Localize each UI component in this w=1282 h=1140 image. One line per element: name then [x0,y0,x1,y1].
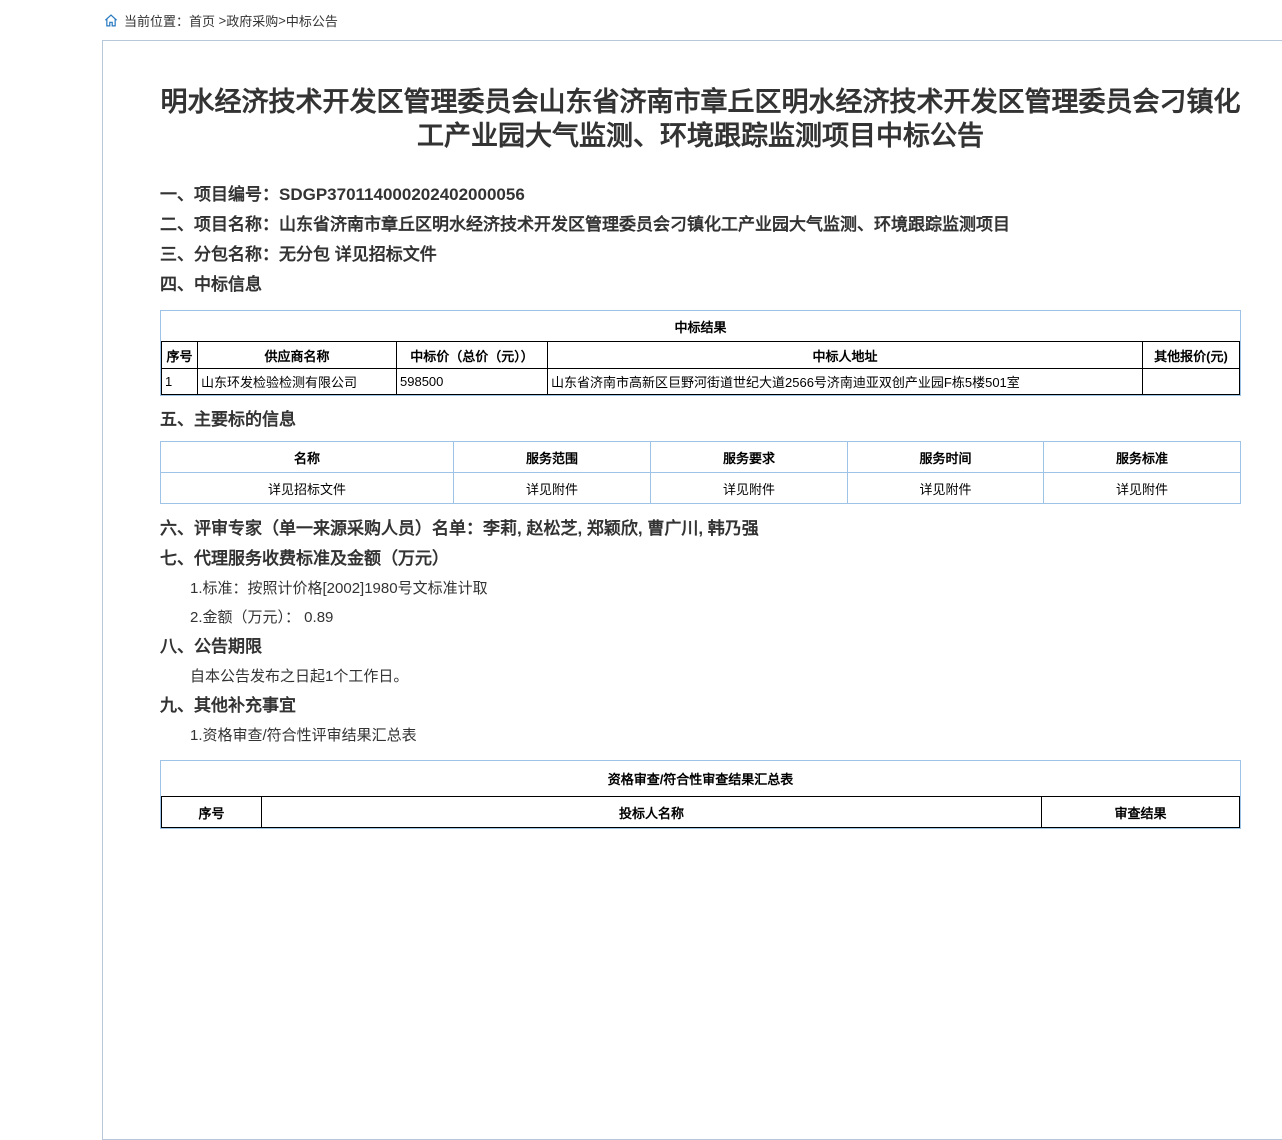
breadcrumb-link-procurement[interactable]: 政府采购 [226,11,278,30]
section-heading-other-matters: 九、其他补充事宜 [160,697,1241,715]
award-table-caption: 中标结果 [161,311,1240,341]
agency-fee-amount: 2.金额（万元）： 0.89 [160,609,1241,626]
breadcrumb-link-award-notice[interactable]: 中标公告 [286,11,338,30]
review-table-caption: 资格审查/符合性审查结果汇总表 [161,761,1240,796]
column-header-address: 中标人地址 [548,342,1143,369]
cell-other-quote [1143,369,1240,395]
award-table-header-row: 序号 供应商名称 中标价（总价（元）） 中标人地址 其他报价(元) [162,342,1240,369]
section-heading-subject-info: 五、主要标的信息 [160,411,1241,429]
award-result-table: 中标结果 序号 供应商名称 中标价（总价（元）） 中标人地址 其他报价(元) 1… [160,310,1241,396]
cell-service-scope: 详见附件 [454,473,651,504]
cell-supplier: 山东环发检验检测有限公司 [198,369,397,395]
section-heading-experts: 六、评审专家（单一来源采购人员）名单：李莉, 赵松芝, 郑颖欣, 曹广川, 韩乃… [160,520,1241,538]
column-header-review-result: 审查结果 [1042,797,1240,828]
other-matters-text: 1.资格审查/符合性评审结果汇总表 [160,727,1241,744]
breadcrumb-separator: > [278,13,286,28]
column-header-service-scope: 服务范围 [454,442,651,473]
notice-period-text: 自本公告发布之日起1个工作日。 [160,668,1241,685]
section-heading-project-number: 一、项目编号：SDGP370114000202402000056 [160,186,1241,204]
announcement-card: 明水经济技术开发区管理委员会山东省济南市章丘区明水经济技术开发区管理委员会刁镇化… [102,40,1282,1140]
column-header-price: 中标价（总价（元）） [397,342,548,369]
subject-table-header-row: 名称 服务范围 服务要求 服务时间 服务标准 [161,442,1241,473]
section-heading-subpackage: 三、分包名称：无分包 详见招标文件 [160,246,1241,264]
column-header-supplier: 供应商名称 [198,342,397,369]
breadcrumb: 当前位置： 首页 > 政府采购 > 中标公告 [0,0,1282,40]
column-header-service-time: 服务时间 [848,442,1044,473]
column-header-seq: 序号 [162,342,198,369]
page-title: 明水经济技术开发区管理委员会山东省济南市章丘区明水经济技术开发区管理委员会刁镇化… [160,85,1241,153]
column-header-other-quote: 其他报价(元) [1143,342,1240,369]
cell-price: 598500 [397,369,548,395]
column-header-name: 名称 [161,442,454,473]
column-header-service-standard: 服务标准 [1044,442,1241,473]
cell-service-standard: 详见附件 [1044,473,1241,504]
column-header-seq: 序号 [162,797,262,828]
breadcrumb-separator: > [215,13,226,28]
home-icon [104,14,118,27]
column-header-service-requirement: 服务要求 [651,442,848,473]
cell-service-time: 详见附件 [848,473,1044,504]
breadcrumb-link-home[interactable]: 首页 [189,11,215,30]
section-heading-award-info: 四、中标信息 [160,276,1241,294]
subject-info-table: 名称 服务范围 服务要求 服务时间 服务标准 详见招标文件 详见附件 详见附件 … [160,441,1241,504]
section-heading-agency-fee: 七、代理服务收费标准及金额（万元） [160,550,1241,568]
agency-fee-standard: 1.标准：按照计价格[2002]1980号文标准计取 [160,580,1241,597]
cell-service-requirement: 详见附件 [651,473,848,504]
subject-table-row: 详见招标文件 详见附件 详见附件 详见附件 详见附件 [161,473,1241,504]
award-table-row: 1 山东环发检验检测有限公司 598500 山东省济南市高新区巨野河街道世纪大道… [162,369,1240,395]
cell-seq: 1 [162,369,198,395]
cell-name: 详见招标文件 [161,473,454,504]
section-heading-notice-period: 八、公告期限 [160,638,1241,656]
breadcrumb-prefix: 当前位置： [124,11,189,30]
review-result-table: 资格审查/符合性审查结果汇总表 序号 投标人名称 审查结果 [160,760,1241,829]
cell-address: 山东省济南市高新区巨野河街道世纪大道2566号济南迪亚双创产业园F栋5楼501室 [548,369,1143,395]
column-header-bidder-name: 投标人名称 [262,797,1042,828]
review-table-header-row: 序号 投标人名称 审查结果 [162,797,1240,828]
section-heading-project-name: 二、项目名称：山东省济南市章丘区明水经济技术开发区管理委员会刁镇化工产业园大气监… [160,216,1241,234]
